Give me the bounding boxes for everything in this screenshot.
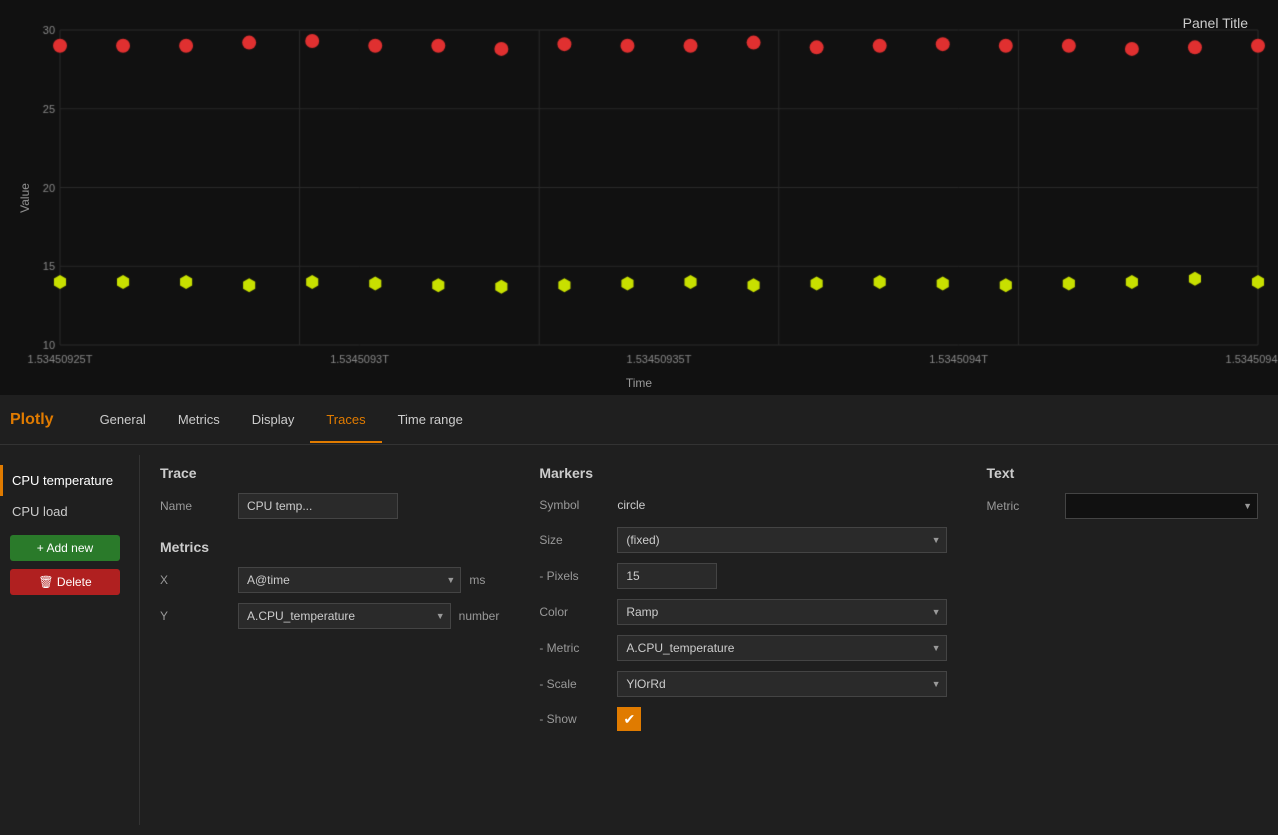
metrics-y-label: Y bbox=[160, 609, 230, 623]
trace-section: Trace Name Metrics X A@time ms Y bbox=[160, 465, 499, 815]
metrics-x-row: X A@time ms bbox=[160, 567, 499, 593]
trace-name-row: Name bbox=[160, 493, 499, 519]
chart-canvas bbox=[0, 0, 1278, 395]
text-metric-select-wrapper bbox=[1065, 493, 1258, 519]
tab-display[interactable]: Display bbox=[236, 398, 311, 443]
sidebar: CPU temperature CPU load + Add new 🗑 Del… bbox=[0, 455, 140, 825]
markers-show-checkbox[interactable]: ✔ bbox=[617, 707, 641, 731]
markers-section: Markers Symbol circle Size (fixed) - Pix… bbox=[539, 465, 946, 815]
metrics-y-select[interactable]: A.CPU_temperature bbox=[238, 603, 451, 629]
markers-symbol-value: circle bbox=[617, 493, 645, 517]
markers-pixels-label: - Pixels bbox=[539, 569, 609, 583]
markers-size-label: Size bbox=[539, 533, 609, 547]
markers-symbol-label: Symbol bbox=[539, 498, 609, 512]
markers-section-title: Markers bbox=[539, 465, 946, 481]
metrics-y-unit: number bbox=[459, 609, 500, 623]
text-section: Text Metric bbox=[987, 465, 1258, 815]
panel-bottom: Plotly General Metrics Display Traces Ti… bbox=[0, 395, 1278, 835]
markers-color-label: Color bbox=[539, 605, 609, 619]
markers-color-row: Color Ramp bbox=[539, 599, 946, 625]
markers-show-row: - Show ✔ bbox=[539, 707, 946, 731]
text-metric-row: Metric bbox=[987, 493, 1258, 519]
metrics-x-select-wrapper: A@time bbox=[238, 567, 461, 593]
metrics-y-select-wrapper: A.CPU_temperature bbox=[238, 603, 451, 629]
chart-x-axis-label: Time bbox=[626, 376, 652, 390]
markers-symbol-row: Symbol circle bbox=[539, 493, 946, 517]
markers-pixels-row: - Pixels bbox=[539, 563, 946, 589]
trace-name-label: Name bbox=[160, 499, 230, 513]
markers-color-select-wrapper: Ramp bbox=[617, 599, 946, 625]
metrics-x-label: X bbox=[160, 573, 230, 587]
trace-section-title: Trace bbox=[160, 465, 499, 481]
sidebar-item-cpu-temperature[interactable]: CPU temperature bbox=[0, 465, 139, 496]
markers-scale-select[interactable]: YlOrRd bbox=[617, 671, 946, 697]
tab-traces[interactable]: Traces bbox=[310, 398, 381, 443]
tab-metrics[interactable]: Metrics bbox=[162, 398, 236, 443]
markers-scale-row: - Scale YlOrRd bbox=[539, 671, 946, 697]
text-metric-label: Metric bbox=[987, 499, 1057, 513]
chart-title: Panel Title bbox=[1183, 15, 1248, 31]
tab-general[interactable]: General bbox=[84, 398, 162, 443]
add-new-button[interactable]: + Add new bbox=[10, 535, 120, 561]
chart-area: Panel Title Value Time bbox=[0, 0, 1278, 395]
metrics-section-title: Metrics bbox=[160, 539, 499, 555]
metrics-x-select[interactable]: A@time bbox=[238, 567, 461, 593]
markers-pixels-input[interactable] bbox=[617, 563, 717, 589]
tab-time-range[interactable]: Time range bbox=[382, 398, 479, 443]
markers-color-select[interactable]: Ramp bbox=[617, 599, 946, 625]
markers-size-row: Size (fixed) bbox=[539, 527, 946, 553]
metrics-x-unit: ms bbox=[469, 573, 499, 587]
markers-scale-label: - Scale bbox=[539, 677, 609, 691]
markers-size-select-wrapper: (fixed) bbox=[617, 527, 946, 553]
chart-y-axis-label: Value bbox=[18, 183, 32, 213]
tabs-bar: Plotly General Metrics Display Traces Ti… bbox=[0, 395, 1278, 445]
markers-scale-select-wrapper: YlOrRd bbox=[617, 671, 946, 697]
app-name: Plotly bbox=[10, 411, 54, 429]
content-area: CPU temperature CPU load + Add new 🗑 Del… bbox=[0, 445, 1278, 835]
markers-metric-select[interactable]: A.CPU_temperature bbox=[617, 635, 946, 661]
delete-button[interactable]: 🗑 Delete bbox=[10, 569, 120, 595]
metrics-y-row: Y A.CPU_temperature number bbox=[160, 603, 499, 629]
sidebar-item-cpu-load[interactable]: CPU load bbox=[0, 496, 139, 527]
markers-metric-row: - Metric A.CPU_temperature bbox=[539, 635, 946, 661]
text-metric-select[interactable] bbox=[1065, 493, 1258, 519]
text-section-title: Text bbox=[987, 465, 1258, 481]
main-content: Trace Name Metrics X A@time ms Y bbox=[140, 455, 1278, 825]
markers-metric-select-wrapper: A.CPU_temperature bbox=[617, 635, 946, 661]
markers-size-select[interactable]: (fixed) bbox=[617, 527, 946, 553]
markers-show-label: - Show bbox=[539, 712, 609, 726]
trace-name-input[interactable] bbox=[238, 493, 398, 519]
markers-metric-label: - Metric bbox=[539, 641, 609, 655]
